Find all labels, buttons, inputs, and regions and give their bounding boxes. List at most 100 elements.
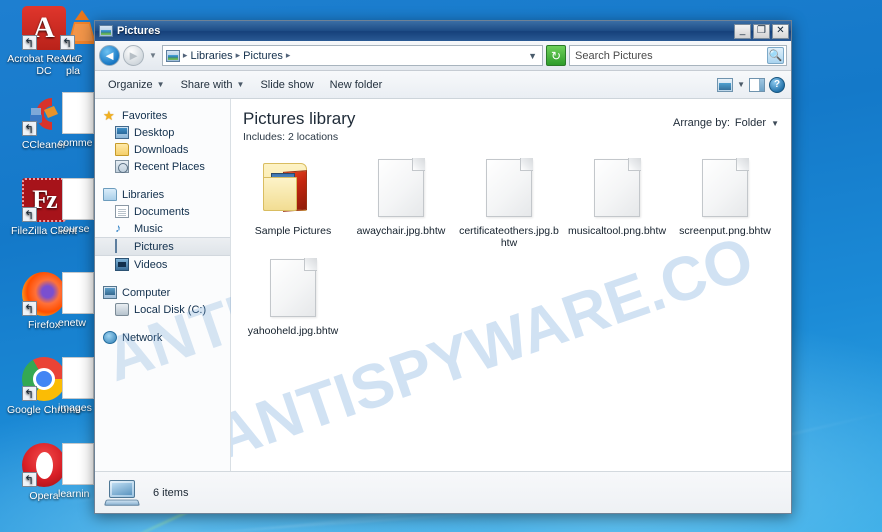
search-icon[interactable]: 🔍 xyxy=(767,47,784,64)
music-icon: ♪ xyxy=(115,221,121,235)
file-name: screenput.png.bhtw xyxy=(679,225,771,237)
window-controls: _ ❐ ✕ xyxy=(734,23,789,39)
window-titlebar[interactable]: Pictures _ ❐ ✕ xyxy=(95,21,791,41)
file-icon xyxy=(62,272,94,314)
help-icon[interactable]: ? xyxy=(769,76,785,93)
file-list-pane[interactable]: ANTISPYWARE.CO Pictures library Includes… xyxy=(231,99,791,471)
shortcut-badge-icon xyxy=(22,301,37,316)
explorer-window: Pictures _ ❐ ✕ ◄ ► ▼ ▸ Libraries ▸ Pictu… xyxy=(94,20,792,514)
refresh-button[interactable]: ↻ xyxy=(546,45,566,66)
organize-button[interactable]: Organize ▼ xyxy=(101,75,172,95)
item-count-label: 6 items xyxy=(153,486,189,499)
recent-places-icon xyxy=(115,160,129,173)
sidebar-item-music[interactable]: ♪ Music xyxy=(95,220,230,237)
shortcut-badge-icon xyxy=(22,472,37,487)
window-title: Pictures xyxy=(117,25,161,37)
sidebar-item-favorites[interactable]: ★ Favorites xyxy=(95,107,230,124)
file-name: Sample Pictures xyxy=(254,225,332,237)
includes-label: Includes: xyxy=(243,131,286,143)
network-icon xyxy=(103,331,117,344)
pictures-library-icon xyxy=(99,25,113,37)
sidebar-item-label: Documents xyxy=(134,205,190,218)
breadcrumb-separator[interactable]: ▸ xyxy=(286,50,291,61)
document-icon xyxy=(585,158,649,221)
local-disk-icon xyxy=(115,303,129,316)
search-box[interactable]: Search Pictures 🔍 xyxy=(569,45,787,66)
breadcrumb-pictures[interactable]: Pictures xyxy=(243,50,283,62)
address-bar[interactable]: ▸ Libraries ▸ Pictures ▸ ▼ xyxy=(161,45,543,66)
new-folder-button[interactable]: New folder xyxy=(323,75,390,95)
chevron-down-icon[interactable]: ▼ xyxy=(737,80,745,89)
file-item[interactable]: certificateothers.jpg.bhtw xyxy=(455,155,563,255)
shortcut-badge-icon xyxy=(22,121,37,136)
maximize-button[interactable]: ❐ xyxy=(753,23,770,39)
search-input[interactable]: Search Pictures xyxy=(575,50,767,62)
file-icon xyxy=(62,178,94,220)
chevron-down-icon: ▼ xyxy=(156,80,165,89)
nav-group-favorites: ★ Favorites Desktop Downloads Recent Pla… xyxy=(95,107,230,175)
videos-icon xyxy=(115,258,129,271)
nav-group-network: Network xyxy=(95,329,230,346)
file-item[interactable]: yahooheld.jpg.bhtw xyxy=(239,255,347,343)
sidebar-item-label: Recent Places xyxy=(134,160,205,173)
file-icon xyxy=(62,357,94,399)
sidebar-item-downloads[interactable]: Downloads xyxy=(95,141,230,158)
sidebar-item-recent-places[interactable]: Recent Places xyxy=(95,158,230,175)
breadcrumb-separator[interactable]: ▸ xyxy=(183,50,188,61)
includes-value[interactable]: 2 locations xyxy=(288,131,338,143)
sidebar-item-label: Desktop xyxy=(134,126,175,139)
file-item[interactable]: musicaltool.png.bhtw xyxy=(563,155,671,255)
sidebar-item-label: Downloads xyxy=(134,143,189,156)
sidebar-item-label: Local Disk (C:) xyxy=(134,303,207,316)
sidebar-item-documents[interactable]: Documents xyxy=(95,203,230,220)
back-button[interactable]: ◄ xyxy=(99,45,120,66)
star-icon: ★ xyxy=(103,108,115,123)
file-name: awaychair.jpg.bhtw xyxy=(356,225,446,237)
pictures-icon xyxy=(115,239,129,253)
close-button[interactable]: ✕ xyxy=(772,23,789,39)
file-item[interactable]: awaychair.jpg.bhtw xyxy=(347,155,455,255)
history-dropdown-icon[interactable]: ▼ xyxy=(147,51,159,60)
address-dropdown-icon[interactable]: ▼ xyxy=(528,51,539,61)
arrange-by-label: Arrange by: xyxy=(673,117,730,129)
file-icon xyxy=(62,443,94,485)
arrange-by-control[interactable]: Arrange by: Folder ▼ xyxy=(673,117,779,129)
sidebar-item-label: Libraries xyxy=(122,188,165,201)
arrange-by-value[interactable]: Folder xyxy=(735,117,766,129)
shortcut-badge-icon xyxy=(22,386,37,401)
preview-pane-icon[interactable] xyxy=(749,77,765,92)
file-item[interactable]: screenput.png.bhtw xyxy=(671,155,779,255)
file-item-folder[interactable]: Sample Pictures xyxy=(239,155,347,255)
file-name: musicaltool.png.bhtw xyxy=(567,225,667,237)
nav-group-libraries: Libraries Documents ♪ Music Pictures Vid… xyxy=(95,186,230,273)
sidebar-item-label: Videos xyxy=(134,258,168,271)
sidebar-item-pictures[interactable]: Pictures xyxy=(95,237,230,256)
window-body: ANTISPYWARE.CO ★ Favorites Desktop Downl… xyxy=(95,99,791,471)
document-icon xyxy=(369,158,433,221)
computer-icon xyxy=(103,286,117,299)
document-icon xyxy=(693,158,757,221)
chevron-down-icon[interactable]: ▼ xyxy=(771,119,779,128)
shortcut-badge-icon xyxy=(22,207,37,222)
forward-button[interactable]: ► xyxy=(123,45,144,66)
computer-icon xyxy=(103,479,141,506)
desktop: A Acrobat Reader DC CCleaner Fz FileZill… xyxy=(0,0,882,532)
chevron-down-icon: ▼ xyxy=(236,80,245,89)
sidebar-item-network[interactable]: Network xyxy=(95,329,230,346)
minimize-button[interactable]: _ xyxy=(734,23,751,39)
sidebar-item-label: Music xyxy=(134,222,163,235)
document-icon xyxy=(261,258,325,321)
share-with-button[interactable]: Share with ▼ xyxy=(174,75,252,95)
sidebar-item-label: Favorites xyxy=(122,109,168,122)
change-view-icon[interactable] xyxy=(717,77,734,92)
sidebar-item-desktop[interactable]: Desktop xyxy=(95,124,230,141)
sidebar-item-libraries[interactable]: Libraries xyxy=(95,186,230,203)
sidebar-item-local-disk[interactable]: Local Disk (C:) xyxy=(95,301,230,318)
breadcrumb-separator[interactable]: ▸ xyxy=(236,50,241,61)
breadcrumb-libraries[interactable]: Libraries xyxy=(190,50,232,62)
sidebar-item-computer[interactable]: Computer xyxy=(95,284,230,301)
organize-label: Organize xyxy=(108,78,153,91)
file-icon xyxy=(62,92,94,134)
sidebar-item-videos[interactable]: Videos xyxy=(95,256,230,273)
slide-show-button[interactable]: Slide show xyxy=(253,75,320,95)
